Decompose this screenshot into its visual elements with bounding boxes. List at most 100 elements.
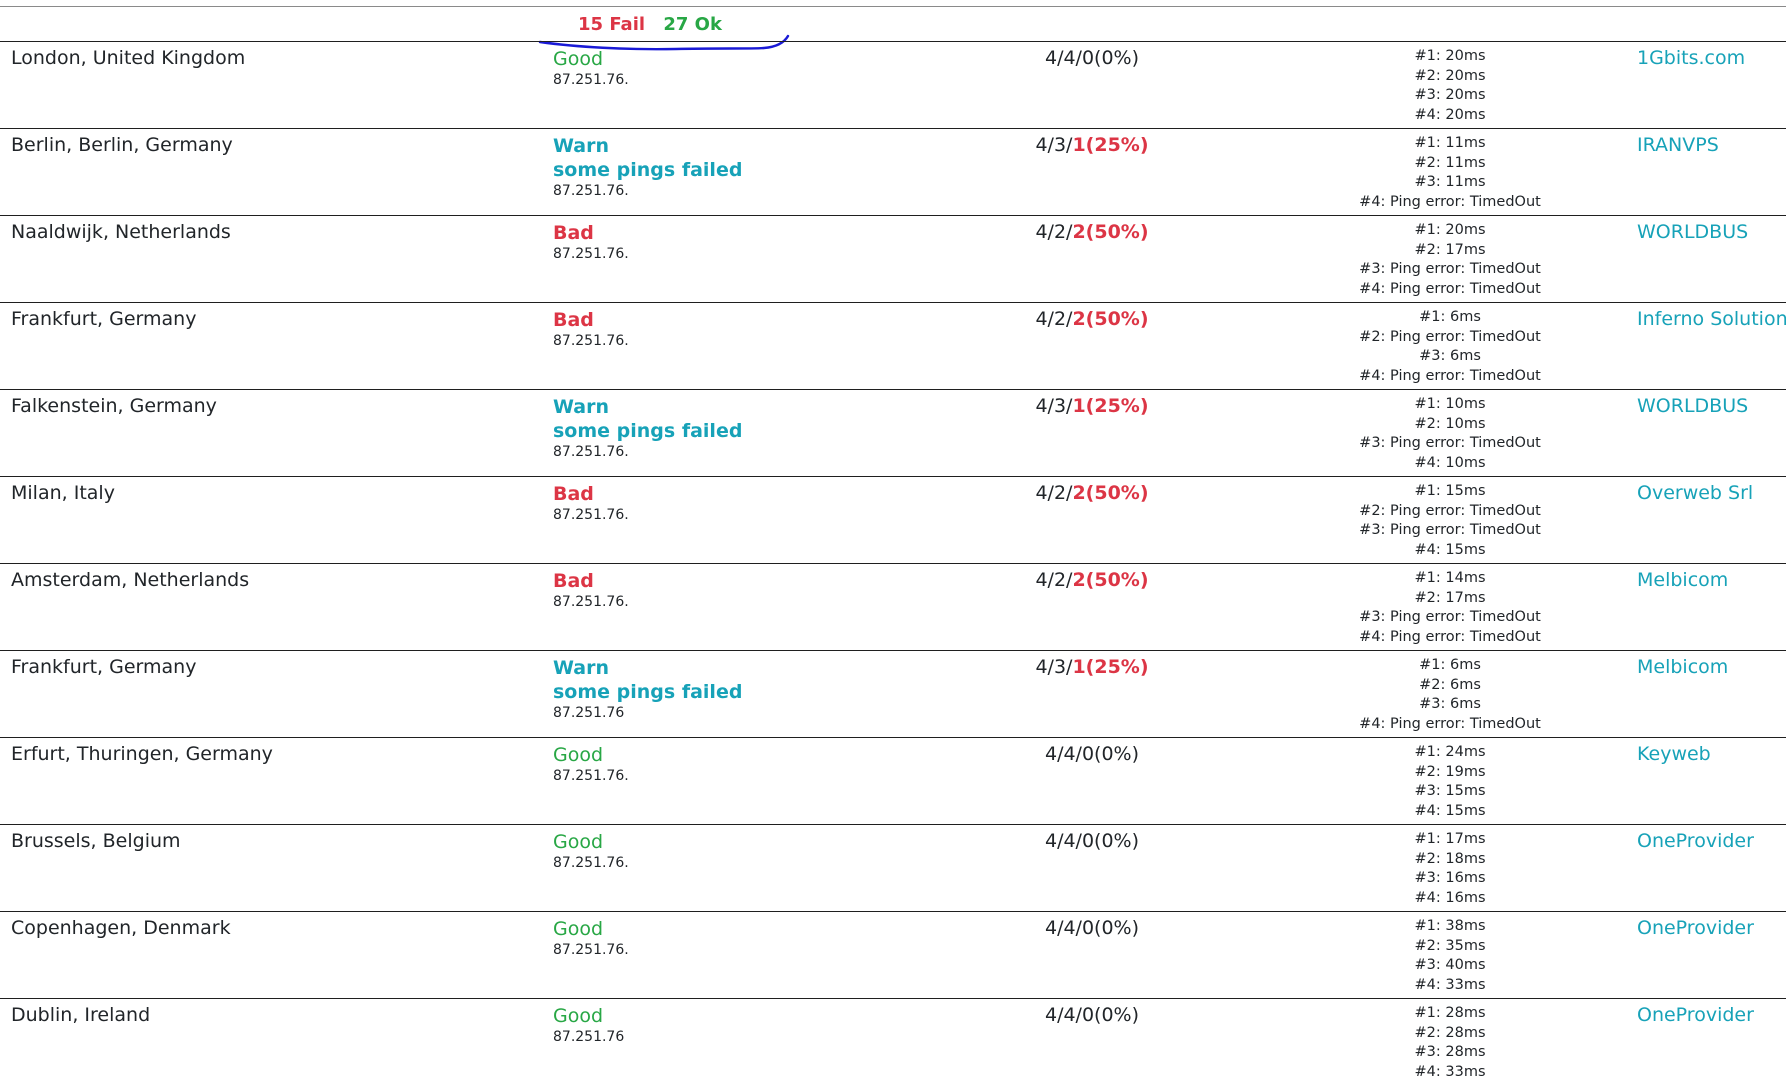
ping-result: #2: 18ms <box>1414 850 1486 867</box>
packet-ratio: 4/2/ <box>1035 221 1073 243</box>
ping-result: #2: 6ms <box>1419 676 1481 693</box>
table-row: Frankfurt, Germany Bad 87.251.76. 4/2/2(… <box>0 303 1786 390</box>
location-cell: Copenhagen, Denmark <box>11 917 231 939</box>
packet-ratio-cell: 4/2/2(50%) <box>1035 308 1148 330</box>
ping-result: #1: 38ms <box>1414 918 1486 934</box>
location-cell: Frankfurt, Germany <box>11 656 197 678</box>
packet-ratio: 4/2/ <box>1035 569 1073 591</box>
provider-link[interactable]: Inferno Solutions <box>1637 308 1786 330</box>
packet-ratio-cell: 4/4/0(0%) <box>1045 743 1139 765</box>
provider-link[interactable]: 1Gbits.com <box>1637 47 1745 69</box>
packet-ratio-cell: 4/3/1(25%) <box>1035 656 1148 678</box>
result-cell: Good 87.251.76. <box>553 47 629 89</box>
ping-result: #1: 11ms <box>1414 135 1486 151</box>
table-row: Amsterdam, Netherlands Bad 87.251.76. 4/… <box>0 564 1786 651</box>
provider-link[interactable]: Melbicom <box>1637 569 1728 591</box>
provider-link[interactable]: Melbicom <box>1637 656 1728 678</box>
ping-result: #4: Ping error: TimedOut <box>1359 367 1541 384</box>
ping-result: #2: 20ms <box>1414 67 1486 84</box>
ping-result: #2: Ping error: TimedOut <box>1359 328 1541 345</box>
location-cell: Dublin, Ireland <box>11 1004 151 1026</box>
ping-results-cell: #1: 6ms #2: 6ms #3: 6ms #4: Ping error: Tim… <box>1359 656 1541 734</box>
status-label: Bad <box>553 222 594 244</box>
ip-address: 87.251.76. <box>553 855 629 871</box>
ping-result: #1: 17ms <box>1414 831 1486 847</box>
ping-result: #2: 17ms <box>1414 241 1486 258</box>
ping-check-results-page: 15 Fail 27 Ok London, United Kingdom Goo… <box>0 0 1786 1077</box>
status-detail: some pings failed <box>553 159 743 181</box>
ping-result: #1: 10ms <box>1414 396 1486 412</box>
packet-ratio: 4/2/ <box>1035 482 1073 504</box>
ping-result: #3: 6ms <box>1419 348 1481 364</box>
packet-ratio: 4/3/ <box>1035 395 1073 417</box>
ping-result: #2: 17ms <box>1414 589 1486 606</box>
ping-result: #1: 24ms <box>1414 744 1486 760</box>
packet-loss: 2(50%) <box>1072 221 1149 243</box>
ping-result: #3: Ping error: TimedOut <box>1359 609 1541 625</box>
packet-ratio-cell: 4/2/2(50%) <box>1035 482 1148 504</box>
status-label: Warn <box>553 396 609 418</box>
ping-result: #4: Ping error: TimedOut <box>1359 628 1541 645</box>
provider-link[interactable]: Keyweb <box>1637 743 1711 765</box>
provider-link[interactable]: OneProvider <box>1637 1004 1754 1026</box>
status-detail: some pings failed <box>553 681 743 703</box>
ping-result: #2: 11ms <box>1414 154 1486 171</box>
ping-result: #1: 28ms <box>1414 1005 1486 1021</box>
status-label: Bad <box>553 570 594 592</box>
table-row: Dublin, Ireland Good 87.251.76 4/4/0(0%)… <box>0 999 1786 1077</box>
result-cell: Bad 87.251.76. <box>553 308 629 350</box>
packet-ratio: 4/2/ <box>1035 308 1073 330</box>
ping-result: #3: Ping error: TimedOut <box>1359 522 1541 538</box>
result-cell: Good 87.251.76. <box>553 743 629 785</box>
provider-link[interactable]: WORLDBUS <box>1637 395 1748 417</box>
ping-result: #4: Ping error: TimedOut <box>1359 280 1541 297</box>
packet-ratio-cell: 4/4/0(0%) <box>1045 830 1139 852</box>
status-label: Bad <box>553 483 594 505</box>
status-label: Warn <box>553 657 609 679</box>
ping-result: #1: 6ms <box>1419 657 1481 673</box>
result-cell: Warn some pings failed 87.251.76 <box>553 656 742 722</box>
ping-result: #3: 16ms <box>1414 870 1486 886</box>
ping-result: #4: 20ms <box>1414 106 1486 123</box>
status-label: Warn <box>553 135 609 157</box>
ping-result: #4: 33ms <box>1414 1063 1486 1077</box>
ping-result: #3: 20ms <box>1414 87 1486 103</box>
packet-ratio: 4/4/0(0%) <box>1044 917 1140 939</box>
results-table: London, United Kingdom Good 87.251.76. 4… <box>0 42 1786 1077</box>
ping-result: #3: 6ms <box>1419 696 1481 712</box>
provider-link[interactable]: WORLDBUS <box>1637 221 1748 243</box>
ip-address: 87.251.76. <box>553 942 629 958</box>
ip-address: 87.251.76. <box>553 507 629 523</box>
ping-results-cell: #1: 15ms #2: Ping error: TimedOut #3: Ping… <box>1359 482 1541 560</box>
location-cell: Naaldwijk, Netherlands <box>11 221 231 243</box>
ping-result: #1: 20ms <box>1414 222 1486 238</box>
packet-ratio: 4/4/0(0%) <box>1044 743 1140 765</box>
packet-loss: 1(25%) <box>1072 134 1149 156</box>
ping-result: #4: 15ms <box>1414 541 1486 558</box>
packet-loss: 2(50%) <box>1072 482 1149 504</box>
ip-address: 87.251.76. <box>553 444 629 460</box>
ping-results-cell: #1: 20ms #2: 17ms #3: Ping error: TimedOut… <box>1359 221 1541 299</box>
provider-link[interactable]: Overweb Srl <box>1637 482 1753 504</box>
ip-address: 87.251.76. <box>553 72 629 88</box>
table-row: Erfurt, Thuringen, Germany Good 87.251.7… <box>0 738 1786 825</box>
ping-result: #4: 15ms <box>1414 802 1486 819</box>
ip-address: 87.251.76. <box>553 246 629 262</box>
result-cell: Bad 87.251.76. <box>553 221 629 263</box>
status-label: Good <box>553 831 604 853</box>
packet-ratio: 4/3/ <box>1035 656 1073 678</box>
status-detail: some pings failed <box>553 420 743 442</box>
provider-link[interactable]: OneProvider <box>1637 917 1754 939</box>
ping-results-cell: #1: 10ms #2: 10ms #3: Ping error: TimedOut… <box>1359 395 1541 473</box>
provider-link[interactable]: IRANVPS <box>1637 134 1719 156</box>
ping-result: #1: 15ms <box>1414 483 1486 499</box>
status-label: Good <box>553 918 604 940</box>
packet-ratio-cell: 4/2/2(50%) <box>1035 569 1148 591</box>
ping-result: #2: 35ms <box>1414 937 1486 954</box>
packet-loss: 1(25%) <box>1072 656 1149 678</box>
packet-ratio-cell: 4/4/0(0%) <box>1045 47 1139 69</box>
top-divider <box>0 6 1786 7</box>
provider-link[interactable]: OneProvider <box>1637 830 1754 852</box>
packet-loss: 2(50%) <box>1072 308 1149 330</box>
ping-result: #1: 14ms <box>1414 570 1486 586</box>
